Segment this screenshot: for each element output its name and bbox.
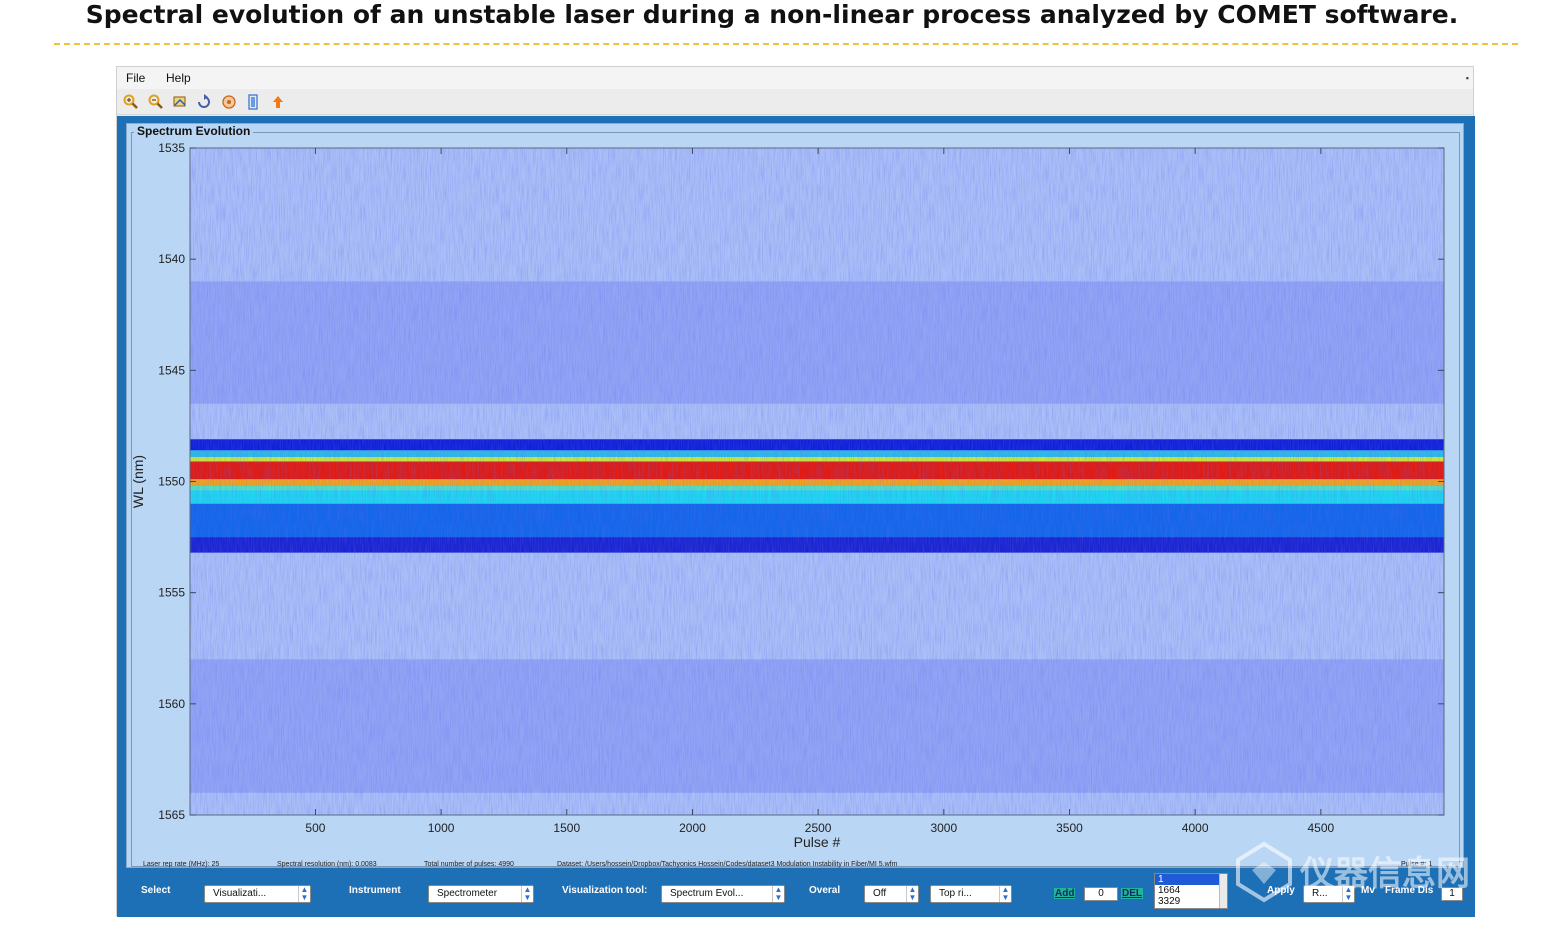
apply-label: Apply	[1267, 885, 1295, 896]
menu-bar: File Help ▪	[117, 67, 1473, 89]
x-tick-label: 2000	[679, 821, 706, 835]
apply-value: R...	[1312, 888, 1328, 899]
y-tick-label: 1555	[158, 586, 185, 600]
vis-tool-value: Spectrum Evol...	[670, 888, 744, 899]
x-axis-label: Pulse #	[794, 834, 841, 850]
y-tick-label: 1550	[158, 475, 185, 489]
y-axis-label: WL (nm)	[130, 455, 146, 508]
select-dropdown[interactable]: Visualizati... ▲ ▼	[204, 885, 311, 903]
y-tick-label: 1540	[158, 252, 185, 266]
x-tick-label: 4500	[1307, 821, 1334, 835]
chevron-updown-icon: ▲ ▼	[521, 886, 533, 902]
frame-label: Frame Dis	[1385, 885, 1434, 896]
pulse-number-text: Pulse #: 1	[1401, 861, 1433, 868]
position-value: Top ri...	[939, 888, 972, 899]
x-tick-label: 1500	[553, 821, 580, 835]
apply-dropdown[interactable]: R... ▲ ▼	[1303, 885, 1355, 903]
add-value-field[interactable]: 0	[1084, 887, 1118, 901]
instrument-value: Spectrometer	[437, 888, 498, 899]
list-item[interactable]: 1	[1155, 874, 1227, 885]
vis-tool-dropdown[interactable]: Spectrum Evol... ▲ ▼	[661, 885, 785, 903]
dataset-path-text: Dataset: /Users/hossein/Dropbox/Tachyoni…	[557, 861, 898, 868]
data-cursor-icon[interactable]	[220, 93, 238, 111]
delete-button[interactable]: DEL	[1121, 888, 1143, 899]
chevron-updown-icon: ▲ ▼	[298, 886, 310, 902]
rotate-icon[interactable]	[195, 93, 213, 111]
x-tick-label: 1000	[428, 821, 455, 835]
x-tick-label: 4000	[1182, 821, 1209, 835]
listbox-scrollbar[interactable]	[1219, 874, 1227, 908]
title-divider	[54, 43, 1518, 45]
spectral-noise-texture	[190, 148, 1444, 815]
select-label: Select	[141, 885, 171, 896]
resolution-text: Spectral resolution (nm): 0.0083	[277, 861, 377, 868]
x-tick-label: 500	[305, 821, 325, 835]
chevron-updown-icon: ▲ ▼	[999, 886, 1011, 902]
y-tick-label: 1545	[158, 363, 185, 377]
x-tick-label: 2500	[805, 821, 832, 835]
pulse-listbox[interactable]: 1 1664 3329	[1154, 873, 1228, 909]
overal-label: Overal	[809, 885, 841, 896]
main-content: Spectrum Evolution 500 1000 1500 2000 2500 30…	[117, 116, 1475, 917]
total-pulses-text: Total number of pulses: 4990	[424, 861, 514, 868]
instrument-label: Instrument	[349, 885, 401, 896]
comet-window: File Help ▪ Spectrum Evolution 500 1000 …	[116, 66, 1475, 917]
list-item[interactable]: 3329	[1155, 896, 1227, 907]
vis-tool-label: Visualization tool:	[562, 885, 648, 896]
zoom-out-icon[interactable]	[147, 93, 165, 111]
window-corner-icon: ▪	[1465, 73, 1469, 83]
menu-help[interactable]: Help	[162, 67, 195, 89]
spectrum-plot[interactable]: 500 1000 1500 2000 2500 3000 3500 4000 4500 1535 1…	[127, 124, 1465, 869]
x-tick-label: 3500	[1056, 821, 1083, 835]
x-tick-label: 3000	[930, 821, 957, 835]
slide-title: Spectral evolution of an unstable laser …	[85, 0, 1459, 29]
spectrum-panel: Spectrum Evolution 500 1000 1500 2000 2500 30…	[126, 123, 1464, 868]
add-button[interactable]: Add	[1054, 888, 1076, 899]
select-value: Visualizati...	[213, 888, 267, 899]
arrow-up-icon[interactable]	[269, 93, 287, 111]
position-dropdown[interactable]: Top ri... ▲ ▼	[930, 885, 1012, 903]
insert-colorbar-icon[interactable]	[244, 93, 262, 111]
zoom-in-icon[interactable]	[122, 93, 140, 111]
rep-rate-text: Laser rep rate (MHz): 25	[143, 861, 220, 868]
instrument-dropdown[interactable]: Spectrometer ▲ ▼	[428, 885, 534, 903]
figure-toolbar	[117, 89, 1473, 115]
chevron-updown-icon: ▲ ▼	[1342, 886, 1354, 902]
menu-file[interactable]: File	[122, 67, 149, 89]
chevron-updown-icon: ▲ ▼	[906, 886, 918, 902]
mv-label: Mv	[1361, 885, 1375, 896]
y-tick-label: 1535	[158, 141, 185, 155]
overal-value: Off	[873, 888, 887, 899]
frame-field[interactable]: 1	[1441, 887, 1463, 901]
y-tick-label: 1565	[158, 808, 185, 822]
overal-dropdown[interactable]: Off ▲ ▼	[864, 885, 919, 903]
control-bar: Select Visualizati... ▲ ▼ Instrument Spec…	[117, 869, 1475, 917]
pan-icon[interactable]	[171, 93, 189, 111]
chevron-updown-icon: ▲ ▼	[772, 886, 784, 902]
y-tick-label: 1560	[158, 697, 185, 711]
list-item[interactable]: 1664	[1155, 885, 1227, 896]
